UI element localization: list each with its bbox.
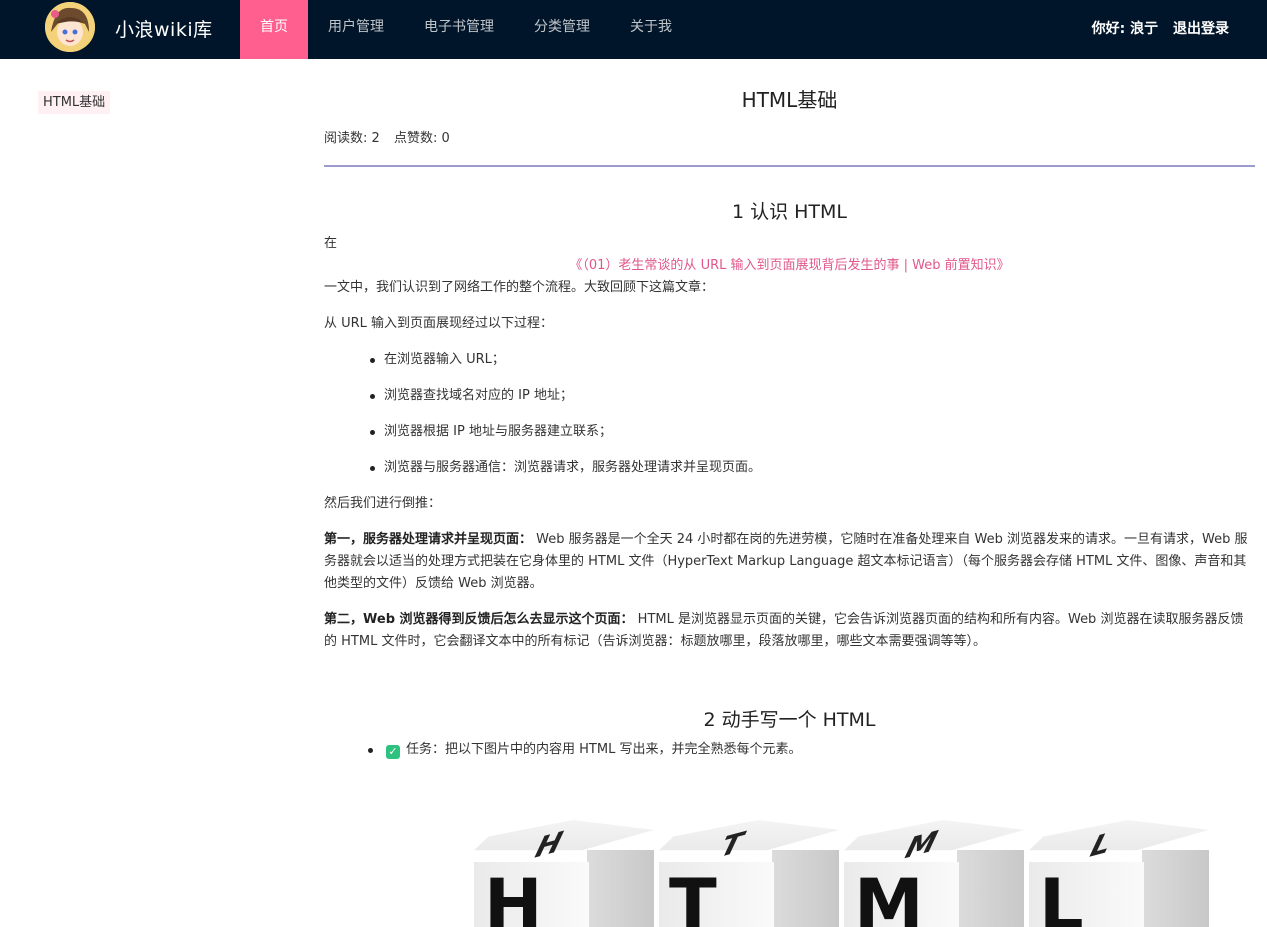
list-item: 浏览器与服务器通信：浏览器请求，服务器处理请求并呈现页面。: [370, 457, 1255, 493]
section-heading-1: 1 认识 HTML: [731, 201, 848, 223]
cube-letter: T T: [659, 820, 839, 927]
doc-content: HTML基础 阅读数: 2 点赞数: 0 1 认识 HTML 在 《（01）老生…: [324, 84, 1255, 761]
point-two-bold: 第二，Web 浏览器得到反馈后怎么去显示这个页面：: [324, 612, 634, 627]
task-list-item: ✓ 任务：把以下图片中的内容用 HTML 写出来，并完全熟悉每个元素。: [324, 739, 1255, 761]
point-one-bold: 第一，服务器处理请求并呈现页面：: [324, 532, 533, 547]
nav-item-user-management[interactable]: 用户管理: [308, 0, 404, 59]
point-two-paragraph: 第二，Web 浏览器得到反馈后怎么去显示这个页面： HTML 是浏览器显示页面的…: [324, 609, 1255, 653]
list-item: 在浏览器输入 URL；: [370, 349, 1255, 385]
user-greeting: 你好: 浪亍: [1091, 21, 1159, 37]
checkbox-checked-icon[interactable]: ✓: [386, 745, 400, 759]
cube-letter: M M: [844, 820, 1024, 927]
user-area: 你好: 浪亍 退出登录: [1082, 18, 1229, 38]
reverse-intro: 然后我们进行倒推：: [324, 496, 442, 511]
article-link[interactable]: 《（01）老生常谈的从 URL 输入到页面展现背后发生的事 | Web 前置知识…: [324, 255, 1255, 277]
nav-item-home[interactable]: 首页: [240, 0, 308, 59]
cube-letter: H H: [474, 820, 654, 927]
avatar-illustration-icon: [45, 2, 95, 52]
read-count: 阅读数: 2: [324, 131, 380, 146]
like-count: 点赞数: 0: [393, 131, 450, 146]
top-header: 小浪wiki库 首页 用户管理 电子书管理 分类管理 关于我 你好: 浪亍 退出…: [0, 0, 1267, 59]
cube-letter: L L: [1029, 820, 1209, 927]
task-text: 任务：把以下图片中的内容用 HTML 写出来，并完全熟悉每个元素。: [406, 742, 802, 757]
site-logo-text[interactable]: 小浪wiki库: [115, 15, 213, 42]
title-divider: [324, 165, 1255, 167]
page-title: HTML基础: [741, 88, 838, 112]
sidebar-item-html-basics[interactable]: HTML基础: [38, 91, 111, 114]
point-one-paragraph: 第一，服务器处理请求并呈现页面： Web 服务器是一个全天 24 小时都在岗的先…: [324, 529, 1255, 595]
main-nav: 首页 用户管理 电子书管理 分类管理 关于我: [240, 0, 692, 59]
intro-suffix: 一文中，我们认识到了网络工作的整个流程。大致回顾下这篇文章：: [324, 280, 715, 295]
nav-item-about-me[interactable]: 关于我: [610, 0, 692, 59]
doc-meta: 阅读数: 2 点赞数: 0: [324, 129, 1255, 149]
logout-link[interactable]: 退出登录: [1173, 21, 1229, 37]
nav-item-category-management[interactable]: 分类管理: [514, 0, 610, 59]
list-item: 浏览器查找域名对应的 IP 地址；: [370, 385, 1255, 421]
list-item: 浏览器根据 IP 地址与服务器建立联系；: [370, 421, 1255, 457]
html-cubes-image: H H T T M M L L: [474, 820, 1214, 927]
process-intro: 从 URL 输入到页面展现经过以下过程：: [324, 316, 554, 331]
section-heading-2: 2 动手写一个 HTML: [703, 709, 876, 731]
intro-prefix: 在: [324, 236, 338, 251]
logo-avatar[interactable]: [45, 2, 95, 52]
process-steps-list: 在浏览器输入 URL； 浏览器查找域名对应的 IP 地址； 浏览器根据 IP 地…: [324, 349, 1255, 493]
nav-item-ebook-management[interactable]: 电子书管理: [404, 0, 514, 59]
